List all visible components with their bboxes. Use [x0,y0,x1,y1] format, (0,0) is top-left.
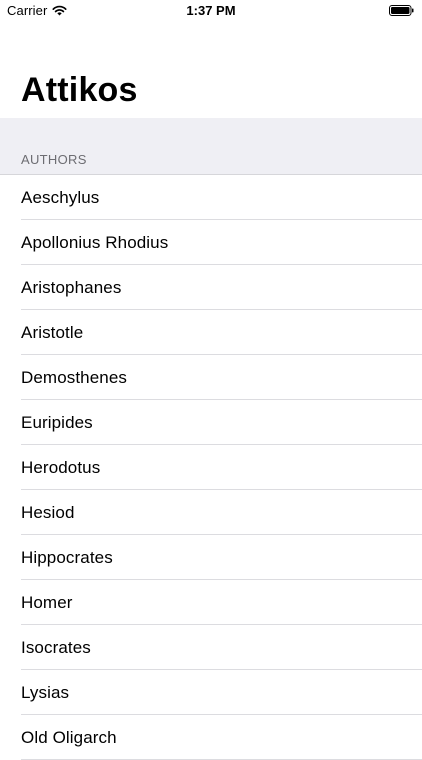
author-name: Aristophanes [21,277,122,297]
list-item-author[interactable]: Euripides [0,400,422,445]
list-item-author[interactable]: Apollonius Rhodius [0,220,422,265]
list-item-author[interactable]: Homer [0,580,422,625]
section-header-authors: AUTHORS [21,152,87,167]
section-header-band: AUTHORS [0,118,422,175]
author-name: Herodotus [21,457,101,477]
author-name: Aeschylus [21,187,100,207]
author-name: Apollonius Rhodius [21,232,169,252]
list-item-author[interactable]: Herodotus [0,445,422,490]
list-item-author[interactable]: Lysias [0,670,422,715]
list-item-author[interactable]: Aeschylus [0,175,422,220]
list-item-author[interactable]: Old Oligarch [0,715,422,760]
author-name: Old Oligarch [21,727,117,747]
list-item-author[interactable]: Demosthenes [0,355,422,400]
page-title: Attikos [21,71,138,109]
list-item-author[interactable]: Hesiod [0,490,422,535]
author-name: Isocrates [21,637,91,657]
list-item-author[interactable]: Aristotle [0,310,422,355]
list-item-author[interactable]: Hippocrates [0,535,422,580]
author-name: Euripides [21,412,93,432]
author-list: Aeschylus Apollonius Rhodius Aristophane… [0,175,422,760]
battery-full-icon [389,5,414,16]
author-name: Hippocrates [21,547,113,567]
author-name: Demosthenes [21,367,127,387]
status-time: 1:37 PM [186,3,236,18]
author-name: Hesiod [21,502,75,522]
author-name: Lysias [21,682,70,702]
author-name: Aristotle [21,322,84,342]
status-bar: Carrier 1:37 PM [0,0,422,22]
list-item-author[interactable]: Isocrates [0,625,422,670]
author-name: Homer [21,592,73,612]
list-item-author[interactable]: Aristophanes [0,265,422,310]
